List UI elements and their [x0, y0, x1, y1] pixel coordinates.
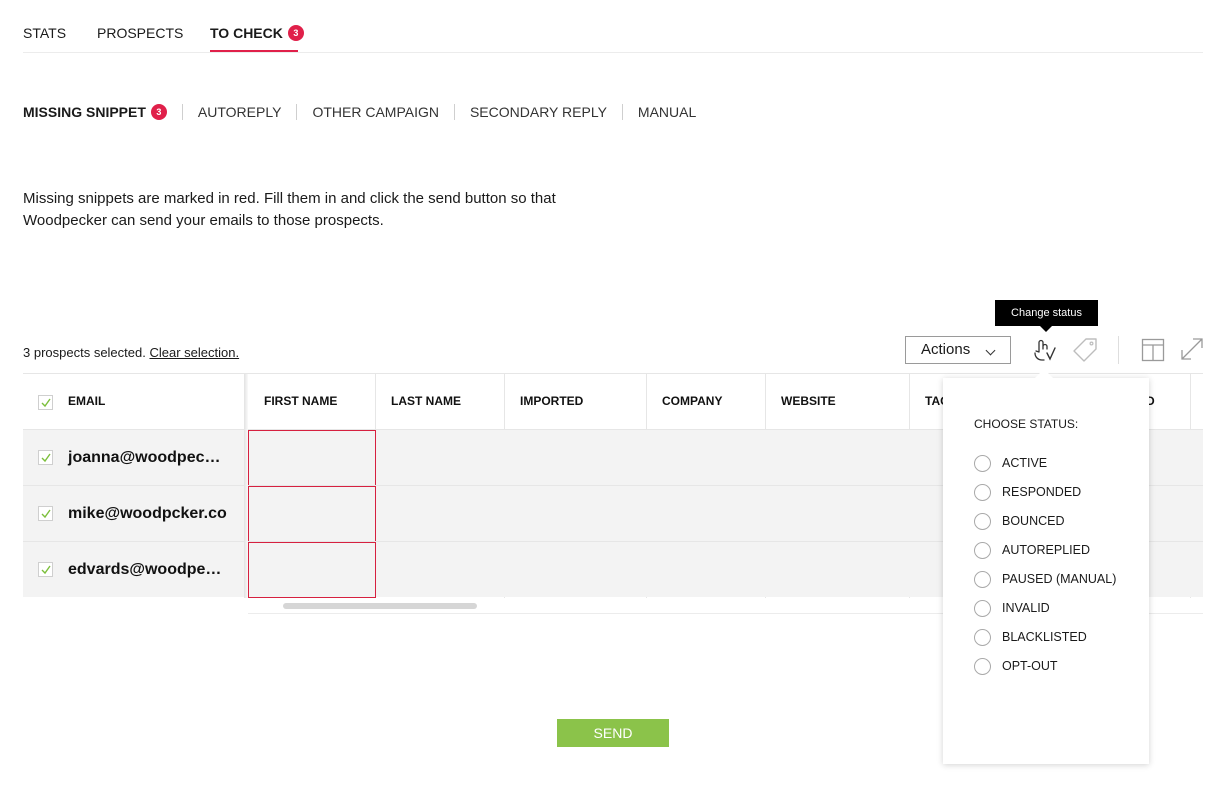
subtab-secondary-reply[interactable]: SECONDARY REPLY [470, 104, 607, 120]
status-option-label: ACTIVE [1002, 456, 1048, 470]
subtab-missing-snippet-badge: 3 [150, 104, 167, 120]
subtab-divider [296, 104, 298, 120]
status-option-label: BLACKLISTED [1002, 630, 1087, 644]
row-checkbox[interactable] [38, 506, 53, 521]
sub-tabs: MISSING SNIPPET 3 AUTOREPLY OTHER CAMPAIG… [23, 103, 696, 121]
send-button[interactable]: SEND [557, 719, 669, 747]
status-option-label: OPT-OUT [1002, 659, 1058, 673]
subtab-missing-snippet-label: MISSING SNIPPET [23, 104, 146, 120]
subtab-other-campaign[interactable]: OTHER CAMPAIGN [312, 104, 439, 120]
header-company[interactable]: COMPANY [662, 374, 722, 429]
header-email[interactable]: EMAIL [68, 374, 105, 429]
check-icon [41, 398, 51, 408]
header-imported[interactable]: IMPORTED [520, 374, 583, 429]
header-last-name[interactable]: LAST NAME [391, 374, 461, 429]
chevron-down-icon [985, 345, 996, 356]
clear-selection-link[interactable]: Clear selection. [149, 345, 239, 360]
status-option-opt-out[interactable]: OPT-OUT [974, 656, 1058, 676]
status-option-label: BOUNCED [1002, 514, 1065, 528]
columns-icon[interactable] [1141, 338, 1165, 362]
subtab-divider [181, 104, 183, 120]
email-cell: edvards@woodpe… [68, 561, 222, 578]
subtab-divider [621, 104, 623, 120]
status-option-label: RESPONDED [1002, 485, 1082, 499]
tab-to-check-badge: 3 [287, 25, 304, 41]
tab-prospects[interactable]: PROSPECTS [97, 25, 183, 41]
status-option-label: PAUSED (MANUAL) [1002, 572, 1117, 586]
status-option-bounced[interactable]: BOUNCED [974, 511, 1065, 531]
status-option-label: AUTOREPLIED [1002, 543, 1090, 557]
expand-icon[interactable] [1179, 336, 1205, 362]
top-tabs: STATS PROSPECTS TO CHECK 3 [23, 0, 1203, 53]
radio-button[interactable] [974, 628, 991, 646]
email-cell: mike@woodpcker.co [68, 505, 227, 522]
radio-button[interactable] [974, 541, 991, 559]
subtab-divider [453, 104, 455, 120]
tab-stats-label: STATS [23, 25, 67, 41]
toolbar-divider [1118, 336, 1119, 364]
status-option-invalid[interactable]: INVALID [974, 598, 1050, 618]
radio-button[interactable] [974, 512, 991, 530]
status-option-paused-manual[interactable]: PAUSED (MANUAL) [974, 569, 1116, 589]
subtab-autoreply[interactable]: AUTOREPLY [198, 104, 282, 120]
row-checkbox[interactable] [38, 450, 53, 465]
radio-button[interactable] [974, 599, 991, 617]
status-option-responded[interactable]: RESPONDED [974, 482, 1081, 502]
status-option-label: INVALID [1002, 601, 1050, 615]
change-status-tooltip: Change status [995, 300, 1098, 332]
missing-first-name-cell[interactable] [248, 430, 376, 486]
status-option-blacklisted[interactable]: BLACKLISTED [974, 627, 1087, 647]
tab-stats[interactable]: STATS [23, 25, 66, 41]
status-option-autoreplied[interactable]: AUTOREPLIED [974, 540, 1090, 560]
scrollbar-thumb[interactable] [283, 603, 477, 609]
header-first-name[interactable]: FIRST NAME [264, 374, 337, 429]
header-website[interactable]: WEBSITE [781, 374, 836, 429]
tag-icon[interactable] [1071, 336, 1099, 364]
radio-button[interactable] [974, 454, 991, 472]
select-all-checkbox[interactable] [38, 395, 53, 410]
radio-button[interactable] [974, 483, 991, 501]
active-tab-underline [210, 50, 298, 52]
missing-snippet-description: Missing snippets are marked in red. Fill… [23, 190, 556, 229]
actions-dropdown[interactable]: Actions [905, 336, 1011, 364]
change-status-menu: CHOOSE STATUS: ACTIVE RESPONDED BOUNCED … [943, 369, 1149, 764]
status-option-active[interactable]: ACTIVE [974, 453, 1047, 473]
selection-summary: 3 prospects selected. Clear selection. [23, 345, 239, 360]
tab-to-check-label: TO CHECK [210, 25, 283, 41]
frozen-column-shadow [244, 374, 248, 598]
check-icon [41, 509, 51, 519]
subtab-manual[interactable]: MANUAL [638, 104, 696, 120]
missing-first-name-cell[interactable] [248, 542, 376, 598]
check-icon [41, 565, 51, 575]
status-menu-title: CHOOSE STATUS: [974, 417, 1079, 431]
tab-to-check[interactable]: TO CHECK 3 [210, 25, 304, 41]
subtab-missing-snippet[interactable]: MISSING SNIPPET 3 [23, 104, 167, 120]
check-icon [41, 453, 51, 463]
radio-button[interactable] [974, 657, 991, 675]
tab-prospects-label: PROSPECTS [97, 25, 184, 41]
row-checkbox[interactable] [38, 562, 53, 577]
actions-label: Actions [921, 341, 971, 358]
email-cell: joanna@woodpec… [68, 449, 221, 466]
selection-count-text: 3 prospects selected. [23, 345, 146, 360]
change-status-icon[interactable] [1031, 336, 1059, 364]
missing-first-name-cell[interactable] [248, 486, 376, 542]
radio-button[interactable] [974, 570, 991, 588]
